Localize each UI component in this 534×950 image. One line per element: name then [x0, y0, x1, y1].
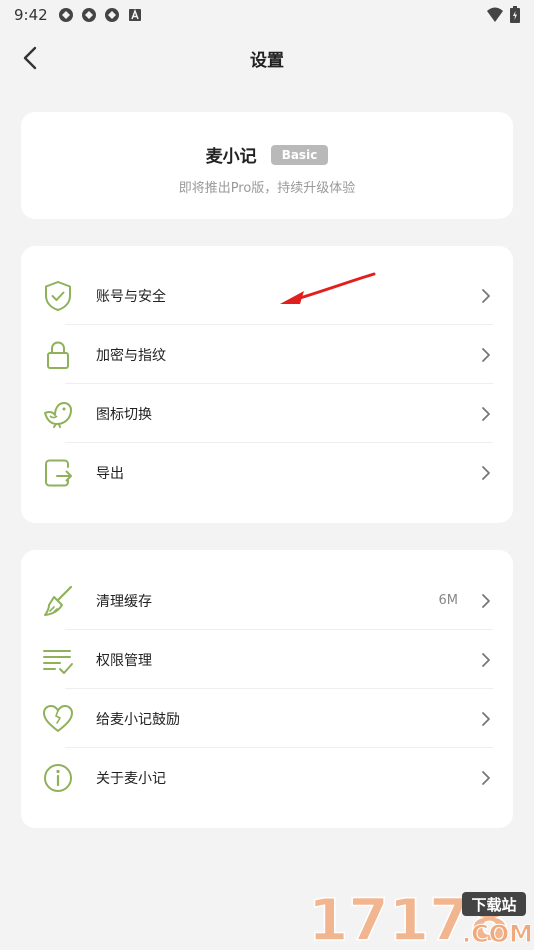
- app-header: 设置: [0, 30, 534, 86]
- info-icon: [44, 764, 72, 792]
- wifi-icon: [487, 7, 503, 22]
- app-notification-icon: [58, 8, 73, 22]
- shield-check-icon: [45, 281, 71, 311]
- plan-badge: Basic: [270, 144, 329, 165]
- chevron-right-icon: [482, 594, 490, 608]
- settings-item-about[interactable]: 关于麦小记: [21, 748, 513, 807]
- watermark-badge: 下载站: [471, 896, 516, 914]
- status-right: [486, 6, 520, 23]
- cache-size: 6M: [438, 593, 459, 608]
- profile-subtitle: 即将推出Pro版，持续升级体验: [178, 181, 356, 196]
- settings-group-account: 账号与安全 加密与指纹 图标切换 导出: [21, 246, 513, 523]
- status-time: 9:42: [14, 6, 48, 24]
- settings-item-encourage[interactable]: 给麦小记鼓励: [21, 689, 513, 748]
- export-icon: [45, 459, 72, 487]
- settings-item-permissions[interactable]: 权限管理: [21, 630, 513, 689]
- settings-item-label: 图标切换: [96, 406, 152, 423]
- settings-item-export[interactable]: 导出: [21, 443, 513, 502]
- settings-item-icon-switch[interactable]: 图标切换: [21, 384, 513, 443]
- settings-item-label: 导出: [96, 465, 124, 482]
- annotation-arrow: [280, 272, 376, 304]
- settings-item-clear-cache[interactable]: 清理缓存 6M: [21, 571, 513, 630]
- chevron-right-icon: [482, 771, 490, 785]
- broom-icon: [44, 585, 73, 616]
- chevron-right-icon: [482, 653, 490, 667]
- chevron-right-icon: [482, 289, 490, 303]
- app-notification-icon: [81, 8, 96, 22]
- chevron-right-icon: [482, 348, 490, 362]
- chevron-right-icon: [482, 407, 490, 421]
- status-bar: 9:42: [0, 0, 534, 30]
- lock-icon: [47, 341, 69, 369]
- settings-item-label: 清理缓存: [96, 593, 152, 610]
- settings-item-label: 权限管理: [96, 652, 152, 669]
- settings-item-label: 加密与指纹: [96, 347, 166, 364]
- chevron-right-icon: [482, 712, 490, 726]
- keyboard-a-icon: [128, 8, 141, 21]
- site-watermark-logo: 17178 下载站 .COM: [307, 888, 530, 948]
- bird-icon: [44, 402, 72, 428]
- settings-item-account-security[interactable]: 账号与安全: [21, 266, 513, 325]
- settings-item-encryption[interactable]: 加密与指纹: [21, 325, 513, 384]
- settings-group-general: 清理缓存 6M 权限管理 给麦小记鼓励 关于麦小记: [21, 550, 513, 828]
- chevron-right-icon: [482, 466, 490, 480]
- settings-item-label: 关于麦小记: [96, 770, 166, 787]
- list-check-icon: [43, 650, 73, 674]
- settings-item-label: 给麦小记鼓励: [96, 711, 180, 728]
- page-title: 设置: [250, 51, 284, 71]
- app-name: 麦小记: [205, 147, 257, 167]
- watermark-suffix: .COM: [462, 920, 530, 948]
- battery-icon: [510, 6, 520, 23]
- app-notification-icon: [104, 8, 119, 22]
- heart-icon: [43, 705, 73, 732]
- profile-card[interactable]: 麦小记 Basic 即将推出Pro版，持续升级体验: [21, 112, 513, 219]
- settings-item-label: 账号与安全: [96, 288, 166, 305]
